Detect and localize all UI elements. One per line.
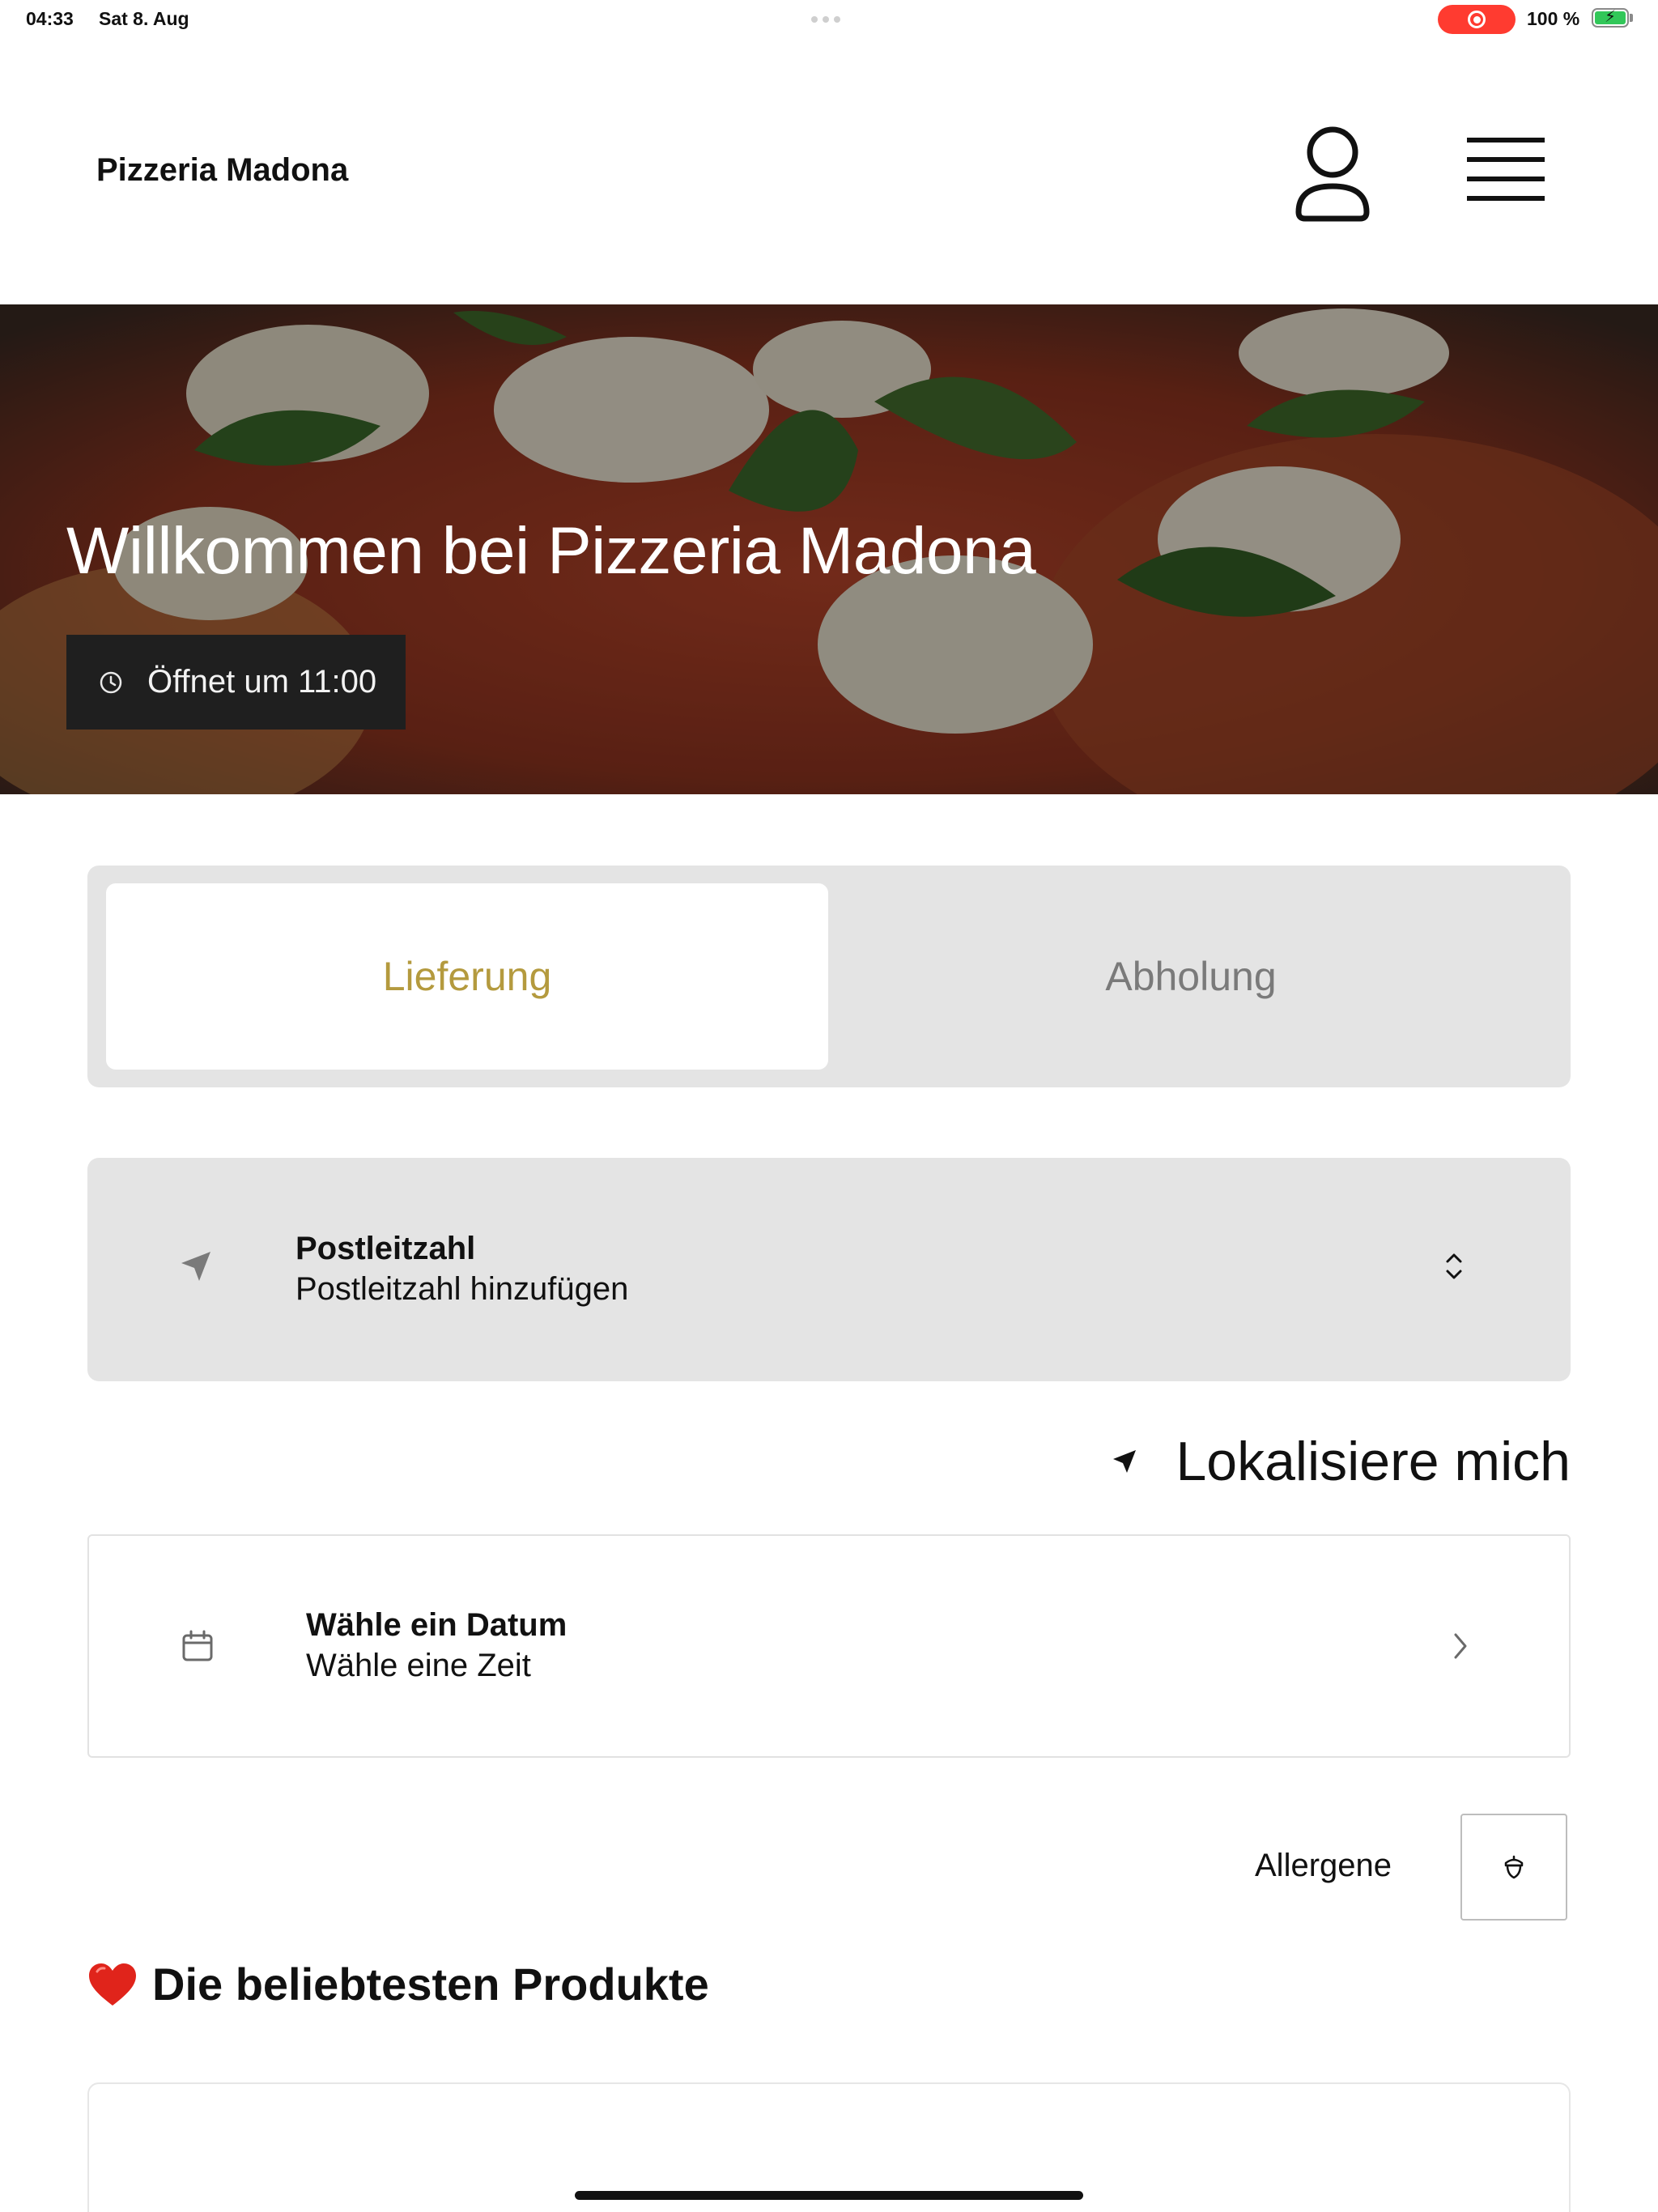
clock-icon xyxy=(100,671,122,693)
heart-icon xyxy=(89,1963,136,2006)
locate-me-button[interactable]: Lokalisiere mich xyxy=(1107,1428,1571,1495)
battery-icon: ⚡ xyxy=(1592,8,1629,28)
locate-me-label: Lokalisiere mich xyxy=(1175,1431,1571,1492)
allergens-label: Allergene xyxy=(1255,1848,1392,1883)
brand-name[interactable]: Pizzeria Madona xyxy=(96,152,348,189)
battery-percentage: 100 % xyxy=(1527,8,1580,29)
postal-code-label: Postleitzahl xyxy=(295,1231,476,1266)
screen-recording-icon[interactable] xyxy=(1438,5,1516,34)
tab-delivery[interactable]: Lieferung xyxy=(106,883,828,1070)
multitasking-dots-icon[interactable] xyxy=(811,16,847,23)
status-bar: 04:33 Sat 8. Aug 100 % ⚡ xyxy=(0,0,1658,39)
location-arrow-icon xyxy=(181,1252,210,1281)
popular-products-heading: Die beliebtesten Produkte xyxy=(87,1958,709,2010)
status-date: Sat 8. Aug xyxy=(99,8,189,29)
opening-hours-text: Öffnet um 11:00 xyxy=(147,664,377,700)
battery-tip xyxy=(1630,14,1633,22)
app-header: Pizzeria Madona xyxy=(0,39,1658,304)
order-type-switch: Lieferung Abholung xyxy=(87,866,1571,1087)
hero-banner: Willkommen bei Pizzeria Madona Öffnet um… xyxy=(0,304,1658,794)
location-arrow-icon xyxy=(1113,1450,1137,1473)
date-label: Wähle ein Datum xyxy=(306,1607,568,1643)
person-icon xyxy=(1295,126,1370,222)
postal-code-placeholder: Postleitzahl hinzufügen xyxy=(295,1271,629,1307)
calendar-icon xyxy=(182,1630,213,1661)
menu-button[interactable] xyxy=(1465,134,1546,207)
date-time-selector[interactable]: Wähle ein Datum Wähle eine Zeit xyxy=(87,1534,1571,1758)
profile-button[interactable] xyxy=(1290,123,1375,223)
time-label: Wähle eine Zeit xyxy=(306,1648,531,1683)
home-indicator[interactable] xyxy=(575,2191,1083,2200)
allergens-button[interactable] xyxy=(1460,1814,1567,1921)
opening-hours-badge: Öffnet um 11:00 xyxy=(66,635,406,730)
chevron-up-down-icon xyxy=(1446,1253,1462,1279)
welcome-title: Willkommen bei Pizzeria Madona xyxy=(66,514,1036,588)
postal-code-selector[interactable]: Postleitzahl Postleitzahl hinzufügen xyxy=(87,1158,1571,1381)
popular-products-title: Die beliebtesten Produkte xyxy=(152,1959,709,2010)
tab-pickup[interactable]: Abholung xyxy=(830,883,1552,1070)
hamburger-icon xyxy=(1467,138,1545,201)
acorn-icon xyxy=(1504,1855,1524,1879)
chevron-right-icon xyxy=(1454,1633,1467,1659)
status-time: 04:33 xyxy=(26,8,74,29)
